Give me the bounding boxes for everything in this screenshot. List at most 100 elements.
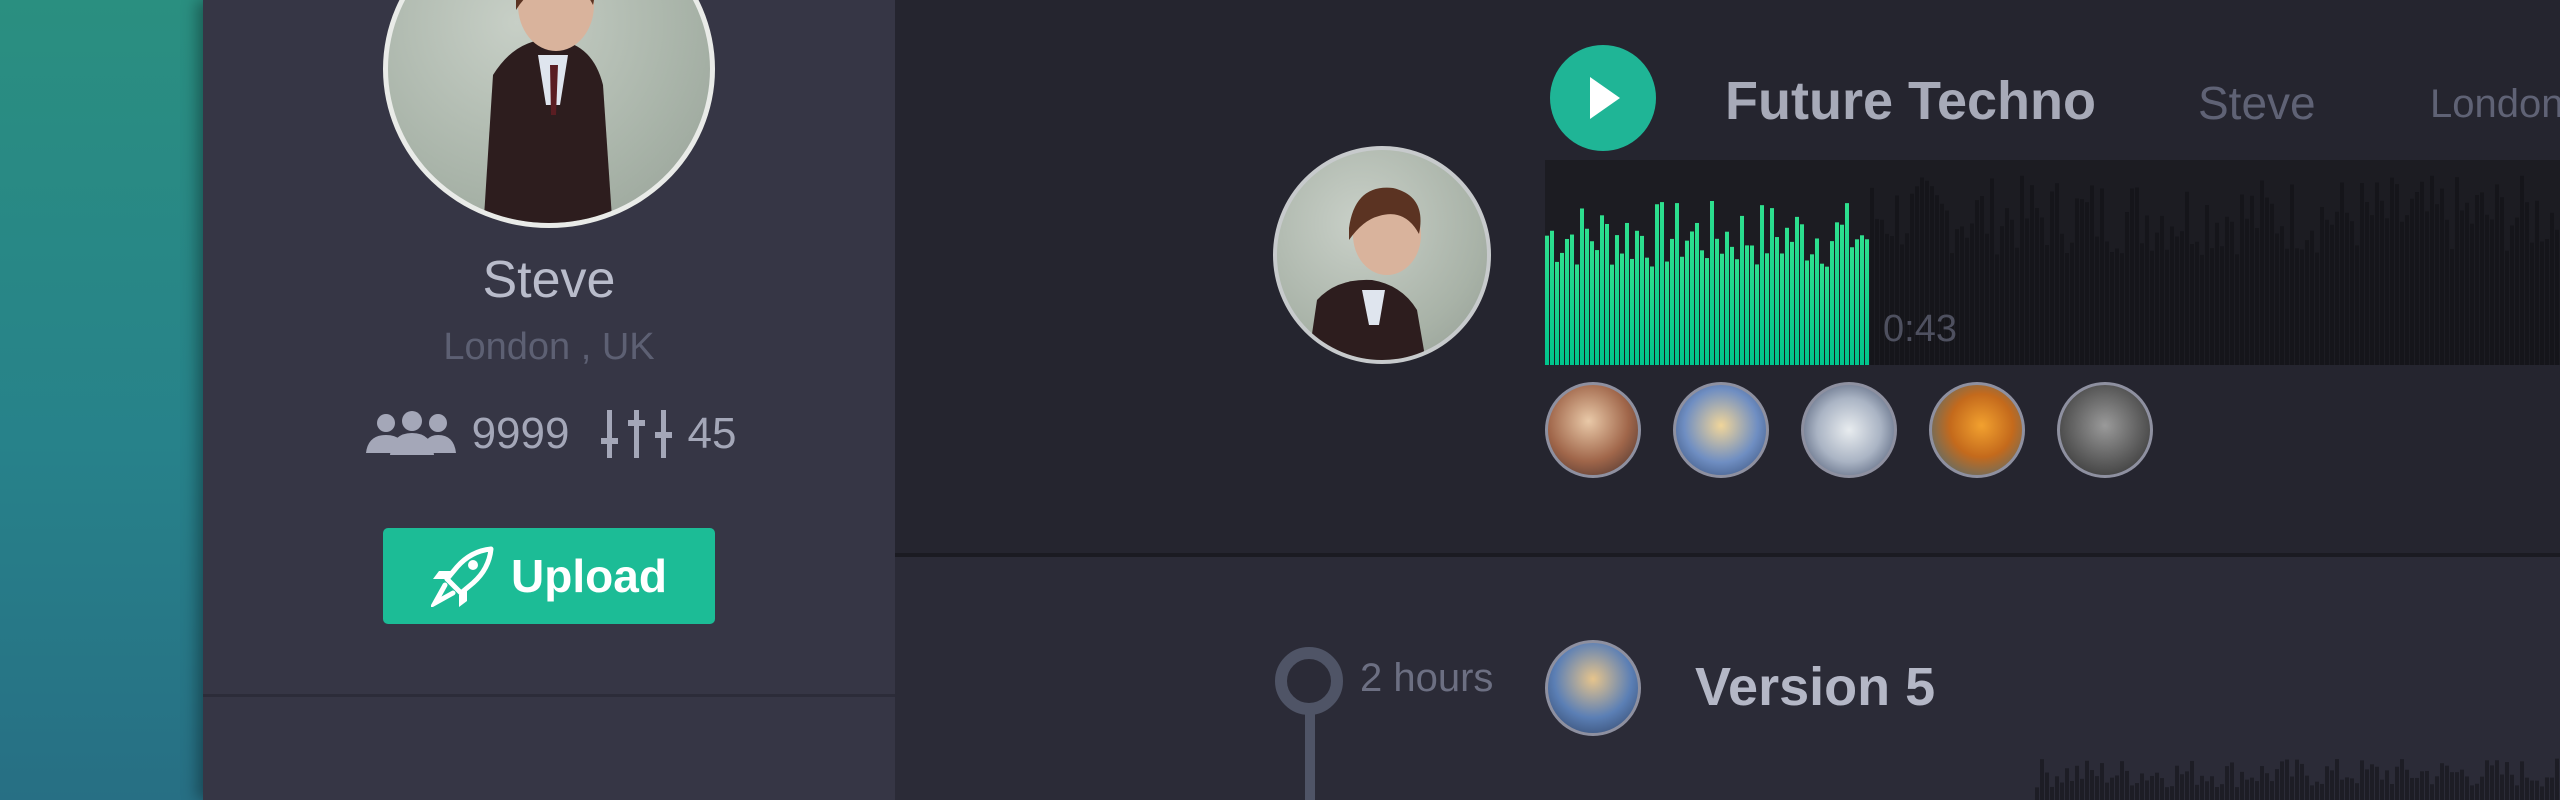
waveform-bar bbox=[2330, 224, 2334, 365]
waveform-bar bbox=[2550, 212, 2554, 365]
waveform-bar bbox=[1995, 254, 1999, 365]
waveform-bar-played bbox=[1840, 224, 1844, 365]
waveform-bar bbox=[2295, 248, 2299, 365]
version-waveform-bar bbox=[2130, 785, 2134, 800]
waveform-bar-played bbox=[1720, 253, 1724, 365]
waveform-bar bbox=[2035, 208, 2039, 365]
listener-avatar[interactable] bbox=[1801, 382, 1897, 478]
waveform-bar bbox=[2405, 215, 2409, 365]
waveform-bar bbox=[2460, 210, 2464, 365]
waveform-bar bbox=[2010, 219, 2014, 365]
waveform-bar bbox=[2040, 217, 2044, 365]
version-waveform-bar bbox=[2245, 779, 2249, 800]
version-waveform-bar bbox=[2060, 782, 2064, 800]
version-waveform-bar bbox=[2480, 776, 2484, 800]
version-waveform-bar bbox=[2140, 773, 2144, 800]
version-author-avatar[interactable] bbox=[1545, 640, 1641, 736]
version-waveform-bar bbox=[2485, 760, 2489, 800]
waveform-bar-played bbox=[1560, 252, 1564, 365]
waveform-bar bbox=[2410, 198, 2414, 365]
track-owner-avatar[interactable] bbox=[1273, 146, 1491, 364]
track-location: London bbox=[2430, 82, 2560, 126]
listener-avatar[interactable] bbox=[1545, 382, 1641, 478]
waveform-bar bbox=[2440, 188, 2444, 365]
version-waveform-bar bbox=[2340, 779, 2344, 800]
waveform-bar bbox=[2250, 195, 2254, 365]
waveform-bar-played bbox=[1765, 253, 1769, 365]
version-waveform-bar bbox=[2545, 777, 2549, 800]
waveform-bar-played bbox=[1675, 203, 1679, 365]
version-waveform-bar bbox=[2040, 759, 2044, 800]
waveform-bar bbox=[2455, 177, 2459, 365]
listener-avatar[interactable] bbox=[1929, 382, 2025, 478]
version-waveform-bar bbox=[2165, 787, 2169, 800]
rocket-icon bbox=[431, 546, 494, 607]
waveform-bar bbox=[2210, 248, 2214, 365]
version-waveform-bar bbox=[2330, 770, 2334, 800]
profile-sidebar: Steve London , UK 9999 45 Upload bbox=[203, 0, 895, 800]
waveform-bar-played bbox=[1575, 264, 1579, 365]
version-waveform-bar bbox=[2305, 775, 2309, 800]
waveform-bar bbox=[2050, 191, 2054, 365]
listener-avatar[interactable] bbox=[1673, 382, 1769, 478]
waveform-bar bbox=[1975, 200, 1979, 365]
waveform-bar bbox=[2470, 223, 2474, 365]
version-waveform-bar bbox=[2295, 759, 2299, 800]
waveform-bar bbox=[2280, 226, 2284, 365]
waveform-bar bbox=[2420, 181, 2424, 365]
waveform-bar bbox=[2020, 175, 2024, 365]
waveform-bar-played bbox=[1650, 266, 1654, 365]
upload-button[interactable]: Upload bbox=[383, 528, 715, 624]
version-waveform-bar bbox=[2430, 784, 2434, 800]
track-artist[interactable]: Steve bbox=[2198, 76, 2316, 130]
listeners-row bbox=[1545, 382, 2185, 478]
play-button[interactable] bbox=[1550, 45, 1656, 151]
version-waveform-bar bbox=[2335, 759, 2339, 800]
waveform-bar-played bbox=[1605, 223, 1609, 365]
version-waveform-bar bbox=[2095, 776, 2099, 800]
version-waveform-bar bbox=[2155, 772, 2159, 800]
waveform-bar bbox=[2300, 249, 2304, 365]
waveform-bar bbox=[2095, 236, 2099, 365]
waveform-bar bbox=[1870, 187, 1874, 365]
followers-count: 9999 bbox=[471, 409, 570, 458]
version-waveform-bar bbox=[2215, 787, 2219, 800]
timeline-node bbox=[1275, 647, 1343, 715]
profile-avatar[interactable] bbox=[383, 0, 715, 228]
listener-avatar[interactable] bbox=[2057, 382, 2153, 478]
upload-label: Upload bbox=[511, 550, 667, 602]
waveform-bar bbox=[2000, 226, 2004, 365]
waveform-bar bbox=[2450, 248, 2454, 365]
version-waveform-bar bbox=[2300, 763, 2304, 800]
waveform-bar bbox=[2170, 226, 2174, 365]
version-waveform-bar bbox=[2055, 776, 2059, 800]
waveform-bar-played bbox=[1630, 258, 1634, 365]
waveform-bar bbox=[2430, 175, 2434, 365]
track-title[interactable]: Future Techno bbox=[1725, 70, 2096, 132]
version-waveform-bar bbox=[2255, 781, 2259, 800]
waveform-bar-played bbox=[1590, 241, 1594, 365]
waveform-bar bbox=[2435, 204, 2439, 365]
waveform-graphic bbox=[1545, 175, 2559, 365]
version-waveform-bar bbox=[2115, 775, 2119, 800]
tracks-stat[interactable]: 45 bbox=[601, 408, 736, 460]
waveform-bar-played bbox=[1545, 235, 1549, 365]
version-waveform-bar bbox=[2150, 775, 2154, 800]
waveform-bar bbox=[2080, 199, 2084, 365]
version-waveform-bar bbox=[2355, 783, 2359, 800]
waveform-bar bbox=[2305, 240, 2309, 365]
waveform-bar bbox=[2275, 233, 2279, 365]
version-waveform-bar bbox=[2290, 776, 2294, 800]
track-waveform[interactable]: 0:43 bbox=[1545, 160, 2560, 365]
waveform-bar-played bbox=[1580, 208, 1584, 365]
profile-location: London , UK bbox=[443, 326, 655, 368]
version-waveform-bar bbox=[2455, 772, 2459, 800]
version-title[interactable]: Version 5 bbox=[1695, 656, 1935, 718]
waveform-bar bbox=[2150, 250, 2154, 365]
version-waveform-bar bbox=[2515, 785, 2519, 800]
waveform-bar bbox=[2495, 184, 2499, 365]
version-waveform-bar bbox=[2145, 780, 2149, 800]
followers-stat[interactable]: 9999 bbox=[362, 409, 570, 459]
waveform-bar bbox=[2060, 233, 2064, 365]
waveform-bar-played bbox=[1850, 247, 1854, 365]
